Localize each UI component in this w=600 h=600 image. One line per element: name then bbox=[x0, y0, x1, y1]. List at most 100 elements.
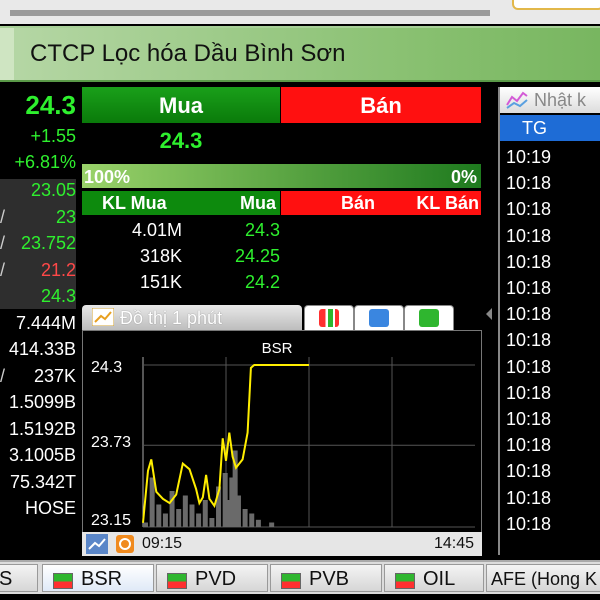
symbol-tab-oil[interactable]: OIL bbox=[384, 564, 484, 592]
stat-value: 237K bbox=[33, 365, 76, 386]
time-row: 10:19 bbox=[506, 147, 552, 167]
buy-volume-cell: 318K bbox=[139, 246, 182, 266]
time-row: 10:18 bbox=[506, 435, 552, 456]
stat-value: 23 bbox=[55, 206, 76, 227]
buy-volume-cell: 4.01M bbox=[131, 220, 182, 240]
buy-sell-ratio-bar: 100% 0% bbox=[82, 164, 481, 188]
time-row: 10:18 bbox=[506, 487, 552, 508]
price-change: +1.55 bbox=[30, 126, 76, 146]
tab-chart-1-minute[interactable]: Đồ thị 1 phút bbox=[82, 305, 302, 330]
symbol-tab-label: AFE (Hong K bbox=[491, 569, 598, 589]
chart-grid bbox=[142, 357, 475, 528]
symbol-tab-bsr[interactable]: BSR bbox=[42, 564, 154, 592]
volume-bar bbox=[209, 518, 215, 527]
top-scroll-track[interactable] bbox=[10, 10, 490, 16]
symbol-tab-label: S bbox=[0, 568, 13, 590]
stat-prefix: / bbox=[0, 365, 6, 386]
buy-price-cell: 24.2 bbox=[244, 272, 280, 292]
buy-ratio: 100% bbox=[84, 167, 131, 187]
time-row: 10:18 bbox=[506, 513, 552, 534]
symbol-tab-label: OIL bbox=[423, 568, 456, 590]
tab-green[interactable] bbox=[404, 305, 454, 331]
buy-volume-cell: 151K bbox=[139, 272, 182, 292]
green-stats-icon bbox=[419, 309, 439, 327]
buy-header-label: Mua bbox=[159, 93, 203, 118]
best-buy-price: 24.3 bbox=[159, 128, 203, 153]
stat-value: 23.752 bbox=[20, 233, 76, 253]
time-column-label: TG bbox=[522, 118, 547, 138]
stats-column: 24.3 +1.55 +6.81% 23.05 23 / 23.752 / 21.2 / 24… bbox=[0, 86, 76, 546]
stat-value: 21.2 bbox=[40, 259, 76, 280]
time-row: 10:18 bbox=[506, 461, 552, 482]
time-row: 10:18 bbox=[506, 409, 552, 429]
time-row: 10:18 bbox=[506, 304, 552, 325]
flag-icon bbox=[167, 573, 187, 589]
price-change-pct: +6.81% bbox=[14, 152, 76, 172]
stat-value: 75.342T bbox=[9, 471, 76, 492]
candlestick-icon bbox=[319, 309, 339, 327]
stat-value: 3.1005B bbox=[8, 445, 76, 465]
symbol-tab-label: PVB bbox=[309, 568, 350, 590]
journal-icon bbox=[506, 91, 528, 109]
chart-canvas: BSR 24.3 23.73 23.15 bbox=[91, 340, 475, 529]
volume-bar bbox=[269, 522, 275, 527]
col-buy-price: Mua bbox=[240, 193, 276, 213]
title-bar-cap bbox=[0, 28, 14, 80]
clock-icon[interactable] bbox=[116, 535, 134, 553]
volume-bar bbox=[143, 522, 148, 527]
flag-icon bbox=[395, 573, 415, 589]
flag-icon bbox=[53, 573, 73, 589]
buy-price-cell: 24.25 bbox=[234, 246, 280, 266]
time-row: 10:18 bbox=[506, 382, 552, 403]
time-row: 10:18 bbox=[506, 356, 552, 377]
tab-candle[interactable] bbox=[304, 305, 354, 331]
buy-price-cell: 24.3 bbox=[244, 220, 280, 240]
trade-log-title: Nhật k bbox=[534, 90, 587, 110]
time-column-header[interactable]: TG bbox=[500, 115, 600, 141]
volume-bar bbox=[196, 513, 202, 527]
volume-bar bbox=[162, 513, 168, 527]
chart-mode-icon[interactable] bbox=[86, 534, 108, 554]
symbol-tab-pvb[interactable]: PVB bbox=[270, 564, 382, 592]
scroll-arrow-icon[interactable] bbox=[484, 307, 494, 321]
volume-bar bbox=[189, 504, 195, 527]
buy-header: Mua bbox=[82, 87, 280, 123]
stat-value: 7.444M bbox=[15, 312, 76, 333]
chart-title: BSR bbox=[262, 340, 293, 357]
volume-bar bbox=[255, 519, 261, 527]
top-right-tab[interactable] bbox=[512, 0, 600, 10]
volume-bar bbox=[176, 509, 182, 527]
symbol-tab-label: BSR bbox=[81, 568, 123, 590]
chart-start-time: 09:15 bbox=[142, 535, 183, 552]
tab-blue[interactable] bbox=[354, 305, 404, 331]
company-title: CTCP Lọc hóa Dầu Bình Sơn bbox=[30, 40, 346, 67]
window-top-strip bbox=[0, 0, 600, 24]
chart-footer: 09:15 14:45 bbox=[82, 532, 482, 556]
stat-prefix: / bbox=[0, 259, 6, 280]
time-row: 10:18 bbox=[506, 173, 552, 194]
volume-bar bbox=[149, 477, 155, 527]
stat-value: 1.5099B bbox=[8, 392, 76, 412]
chart-end-time: 14:45 bbox=[433, 535, 474, 552]
col-buy-volume: KL Mua bbox=[102, 193, 167, 213]
sell-header: Bán bbox=[281, 87, 481, 123]
symbol-tab-0[interactable]: S bbox=[0, 564, 38, 592]
stat-value: 414.33B bbox=[8, 339, 76, 359]
volume-bar bbox=[156, 504, 162, 527]
col-sell-volume: KL Bán bbox=[416, 193, 479, 213]
stat-value: HOSE bbox=[24, 498, 76, 518]
y-tick-low: 23.15 bbox=[91, 512, 131, 529]
flag-icon bbox=[281, 573, 301, 589]
trade-log-header[interactable]: Nhật k bbox=[500, 87, 600, 113]
sell-columns-header: Bán KL Bán bbox=[281, 191, 481, 215]
symbol-tab-pvd[interactable]: PVD bbox=[156, 564, 268, 592]
y-tick-high: 24.3 bbox=[91, 359, 122, 376]
time-row: 10:18 bbox=[506, 225, 552, 246]
time-row: 10:18 bbox=[506, 330, 552, 351]
buy-columns-header: KL Mua Mua bbox=[82, 191, 280, 215]
symbol-tab-afe[interactable]: AFE (Hong K bbox=[486, 564, 600, 592]
sell-ratio: 0% bbox=[450, 167, 477, 187]
time-row: 10:18 bbox=[506, 278, 552, 298]
volume-bar bbox=[242, 509, 248, 527]
volume-bar bbox=[235, 495, 241, 527]
